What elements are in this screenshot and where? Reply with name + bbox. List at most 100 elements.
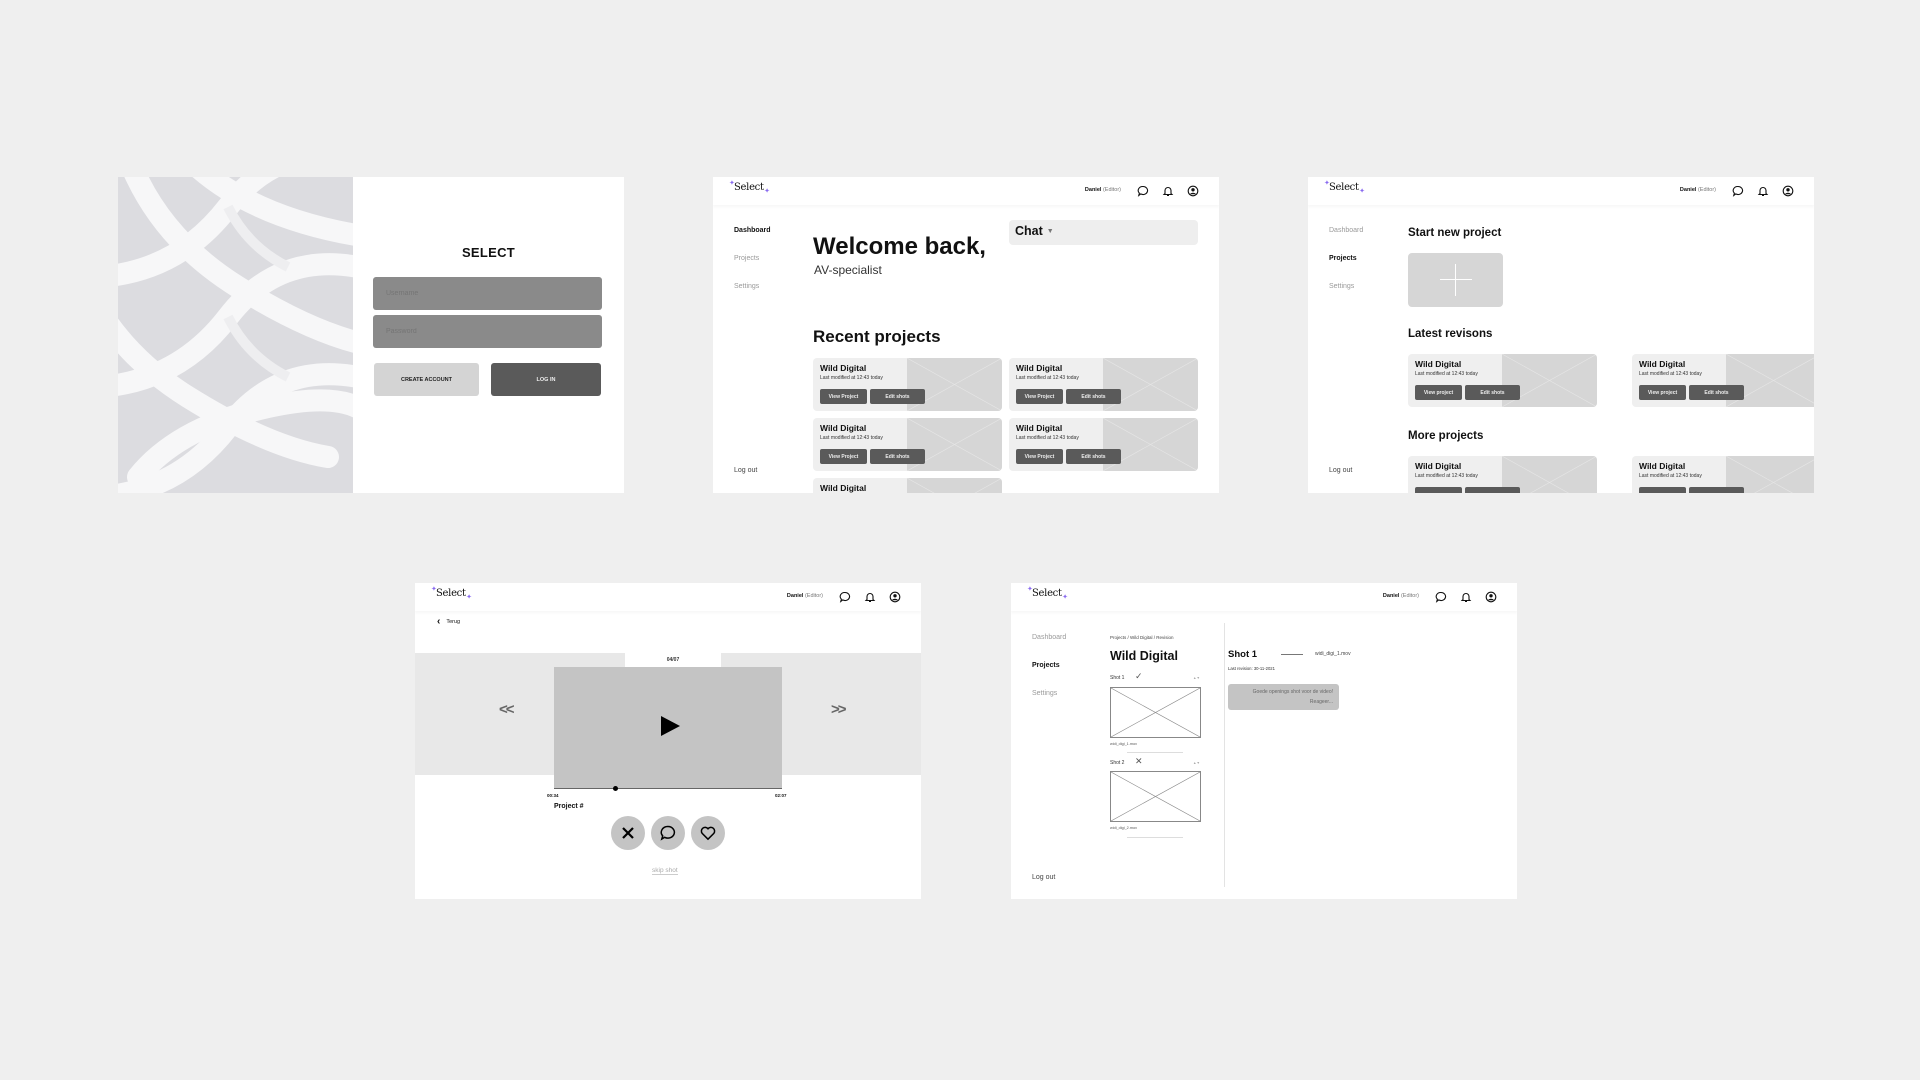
sort-arrows-icon[interactable]: ▲▼: [1193, 761, 1200, 765]
next-shot-button[interactable]: >>: [831, 701, 846, 718]
sidebar-item-dashboard[interactable]: Dashboard: [734, 227, 771, 234]
select-logo[interactable]: ✦ Select ✦: [1324, 179, 1365, 195]
recent-projects-heading: Recent projects: [813, 327, 941, 346]
log-in-button[interactable]: LOG IN: [491, 363, 601, 396]
new-project-button[interactable]: [1408, 253, 1503, 307]
bell-icon[interactable]: [1460, 591, 1472, 603]
shot-filename: widi_digi_2.mov: [1110, 826, 1138, 830]
user-role: (Editor): [1697, 187, 1716, 193]
project-card[interactable]: Wild Digital Last modified at 12:43 toda…: [1408, 456, 1597, 493]
top-bar: ✦ Select ✦ Daniel (Editor): [713, 177, 1219, 205]
like-button[interactable]: [691, 816, 725, 850]
edit-shots-button[interactable]: [1689, 487, 1744, 493]
project-card[interactable]: Wild Digital Last modified at 12:43 toda…: [1632, 456, 1814, 493]
chat-bubble-icon[interactable]: [1732, 185, 1744, 197]
sidebar-item-dashboard[interactable]: Dashboard: [1329, 227, 1363, 234]
breadcrumb[interactable]: Projects / Wild Digital / Revision: [1110, 635, 1174, 640]
view-project-button[interactable]: View Project: [1016, 449, 1063, 464]
username-input[interactable]: [373, 277, 602, 310]
chat-bubble-icon[interactable]: [1137, 185, 1149, 197]
project-card[interactable]: Wild Digital Last modified at 12:43 toda…: [1009, 418, 1198, 471]
sidebar-item-projects[interactable]: Projects: [1032, 662, 1060, 669]
user-label[interactable]: Daniel (Editor): [1085, 187, 1121, 193]
project-card[interactable]: Wild Digital: [813, 478, 1002, 493]
sidebar-item-settings[interactable]: Settings: [1032, 690, 1057, 697]
bell-icon[interactable]: [1162, 185, 1174, 197]
user-circle-icon[interactable]: [1485, 591, 1497, 603]
edit-shots-button[interactable]: Edit shots: [1465, 385, 1520, 400]
edit-shots-button[interactable]: Edit shots: [1066, 389, 1121, 404]
user-label[interactable]: Daniel (Editor): [787, 593, 823, 599]
chat-dropdown[interactable]: Chat ▼: [1009, 220, 1198, 245]
project-modified: Last modified at 12:43 today: [1639, 473, 1702, 479]
view-project-button[interactable]: View Project: [1016, 389, 1063, 404]
video-player[interactable]: [554, 667, 782, 789]
user-name: Daniel: [1382, 593, 1400, 599]
user-circle-icon[interactable]: [1187, 185, 1199, 197]
chat-bubble-icon[interactable]: [839, 591, 851, 603]
shot-thumbnail[interactable]: [1110, 771, 1201, 822]
view-project-button[interactable]: View Project: [820, 389, 867, 404]
chat-bubble-icon[interactable]: [1435, 591, 1447, 603]
project-card[interactable]: Wild Digital Last modified at 12:43 toda…: [813, 358, 1002, 411]
latest-revisions-heading: Latest revisons: [1408, 328, 1493, 340]
user-name: Daniel: [1679, 187, 1697, 193]
sidebar-item-settings[interactable]: Settings: [1329, 283, 1354, 290]
edit-shots-button[interactable]: Edit shots: [1689, 385, 1744, 400]
bell-icon[interactable]: [1757, 185, 1769, 197]
revision-card[interactable]: Wild Digital Last modified at 12:43 toda…: [1632, 354, 1814, 407]
skip-shot-link[interactable]: skip shot: [652, 867, 678, 875]
back-link[interactable]: ‹ Terug: [437, 616, 460, 627]
revision-card[interactable]: Wild Digital Last modified at 12:43 toda…: [1408, 354, 1597, 407]
view-project-button[interactable]: [1415, 487, 1462, 493]
shot-thumbnail[interactable]: [1110, 687, 1201, 738]
comment-text: Goede openings shot voor de video!: [1252, 689, 1333, 695]
comment-button[interactable]: [651, 816, 685, 850]
video-scrubber[interactable]: [554, 788, 782, 789]
select-logo[interactable]: ✦ Select ✦: [431, 585, 472, 601]
create-account-button[interactable]: CREATE ACCOUNT: [374, 363, 479, 396]
select-logo[interactable]: ✦ Select ✦: [729, 179, 770, 195]
sort-arrows-icon[interactable]: ▲▼: [1193, 676, 1200, 680]
sidebar-item-projects[interactable]: Projects: [734, 255, 759, 262]
log-out-link[interactable]: Log out: [1032, 874, 1055, 881]
select-logo[interactable]: ✦ Select ✦: [1027, 585, 1068, 601]
view-project-button[interactable]: View project: [1415, 385, 1462, 400]
user-circle-icon[interactable]: [889, 591, 901, 603]
pattern-art: [118, 177, 353, 493]
edit-shots-button[interactable]: Edit shots: [870, 449, 925, 464]
user-label[interactable]: Daniel (Editor): [1680, 187, 1716, 193]
password-input[interactable]: [373, 315, 602, 348]
sidebar-item-settings[interactable]: Settings: [734, 283, 759, 290]
edit-shots-button[interactable]: [1465, 487, 1520, 493]
play-icon[interactable]: [661, 716, 680, 736]
reply-link[interactable]: Reageer...: [1234, 697, 1333, 707]
log-out-link[interactable]: Log out: [734, 467, 757, 474]
view-project-button[interactable]: [1639, 487, 1686, 493]
sidebar-item-dashboard[interactable]: Dashboard: [1032, 634, 1066, 641]
login-title: SELECT: [461, 245, 516, 260]
view-project-button[interactable]: View Project: [820, 449, 867, 464]
log-out-link[interactable]: Log out: [1329, 467, 1352, 474]
project-title: Wild Digital: [1110, 649, 1178, 663]
sidebar-item-projects[interactable]: Projects: [1329, 255, 1357, 262]
bell-icon[interactable]: [864, 591, 876, 603]
view-project-button[interactable]: View project: [1639, 385, 1686, 400]
scrubber-handle[interactable]: [613, 786, 619, 791]
project-card[interactable]: Wild Digital Last modified at 12:43 toda…: [813, 418, 1002, 471]
user-circle-icon[interactable]: [1782, 185, 1794, 197]
user-label[interactable]: Daniel (Editor): [1383, 593, 1419, 599]
project-title: Wild Digital: [1639, 359, 1686, 369]
sparkle-icon: ✦: [431, 585, 437, 593]
user-role-subtitle: AV-specialist: [814, 263, 882, 277]
divider: [1127, 752, 1183, 753]
project-title: Wild Digital: [1016, 423, 1063, 433]
previous-shot-button[interactable]: <<: [499, 701, 514, 718]
edit-shots-button[interactable]: Edit shots: [1066, 449, 1121, 464]
project-title: Wild Digital: [1016, 363, 1063, 373]
image-placeholder: [907, 478, 1002, 493]
sparkle-icon: ✦: [729, 179, 735, 187]
edit-shots-button[interactable]: Edit shots: [870, 389, 925, 404]
reject-button[interactable]: [611, 816, 645, 850]
project-card[interactable]: Wild Digital Last modified at 12:43 toda…: [1009, 358, 1198, 411]
